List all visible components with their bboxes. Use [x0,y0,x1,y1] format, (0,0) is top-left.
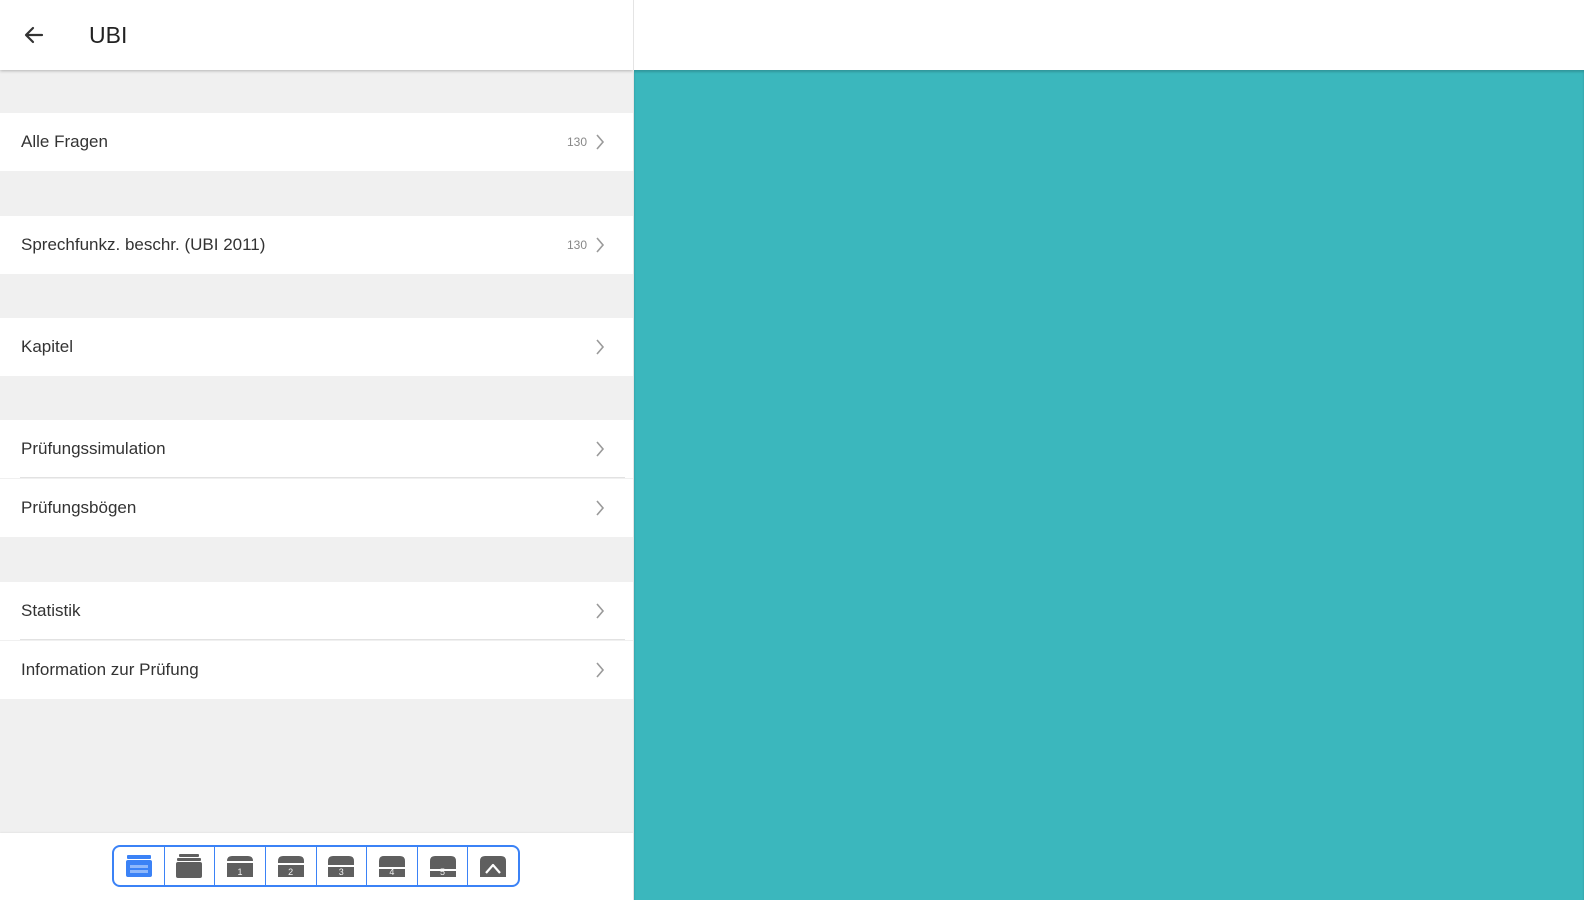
menu-item-pruefungsboegen[interactable]: Prüfungsbögen [0,479,633,537]
page-title: UBI [89,22,128,48]
menu-item-label: Prüfungsbögen [21,498,137,517]
menu-item-kapitel[interactable]: Kapitel [0,318,633,376]
arrow-left-icon [24,26,44,44]
detail-header [634,0,1584,70]
menu-item-label: Information zur Prüfung [21,660,199,679]
box-top-icon [480,856,507,877]
filter-box-3-button[interactable]: 3 [317,847,368,885]
menu-item-statistik[interactable]: Statistik [0,582,633,640]
question-count: 130 [566,238,587,252]
menu-item-label: Prüfungssimulation [21,439,166,458]
app-bar: UBI [0,0,633,70]
box-filter-segmented-control: 1 2 3 4 5 [112,845,520,887]
menu-item-label: Kapitel [21,337,73,356]
filter-box-top-button[interactable] [468,847,518,885]
chevron-right-icon [596,662,605,678]
box-number: 2 [288,867,294,877]
filter-box-2-button[interactable]: 2 [266,847,317,885]
box-stack-icon [176,854,203,878]
back-button[interactable] [14,15,54,55]
master-pane: UBI Alle Fragen 130 Sprechfunkz. beschr.… [0,0,633,900]
all-boxes-icon [125,855,152,877]
filter-all-boxes-button[interactable] [114,847,165,885]
chevron-right-icon [596,339,605,355]
menu-item-label: Statistik [21,601,81,620]
box-number: 5 [440,867,446,877]
menu-item-alle-fragen[interactable]: Alle Fragen 130 [0,113,633,171]
chevron-right-icon [596,500,605,516]
filter-box-1-button[interactable]: 1 [215,847,266,885]
menu-item-label: Sprechfunkz. beschr. (UBI 2011) [21,235,266,254]
detail-content [634,70,1584,900]
box-number: 1 [237,867,243,877]
chevron-right-icon [596,603,605,619]
chevron-right-icon [596,441,605,457]
filter-box-5-button[interactable]: 5 [418,847,469,885]
chevron-right-icon [596,134,605,150]
detail-pane [634,0,1584,900]
menu-item-pruefungssimulation[interactable]: Prüfungssimulation [0,420,633,478]
filter-box-4-button[interactable]: 4 [367,847,418,885]
menu-item-sprechfunkzeugnis[interactable]: Sprechfunkz. beschr. (UBI 2011) 130 [0,216,633,274]
menu-item-label: Alle Fragen [21,132,108,151]
box-number: 3 [338,867,344,877]
menu-item-information-zur-pruefung[interactable]: Information zur Prüfung [0,641,633,699]
chevron-right-icon [596,237,605,253]
question-count: 130 [566,135,587,149]
box-number: 4 [389,867,395,877]
filter-box-stack-button[interactable] [165,847,216,885]
